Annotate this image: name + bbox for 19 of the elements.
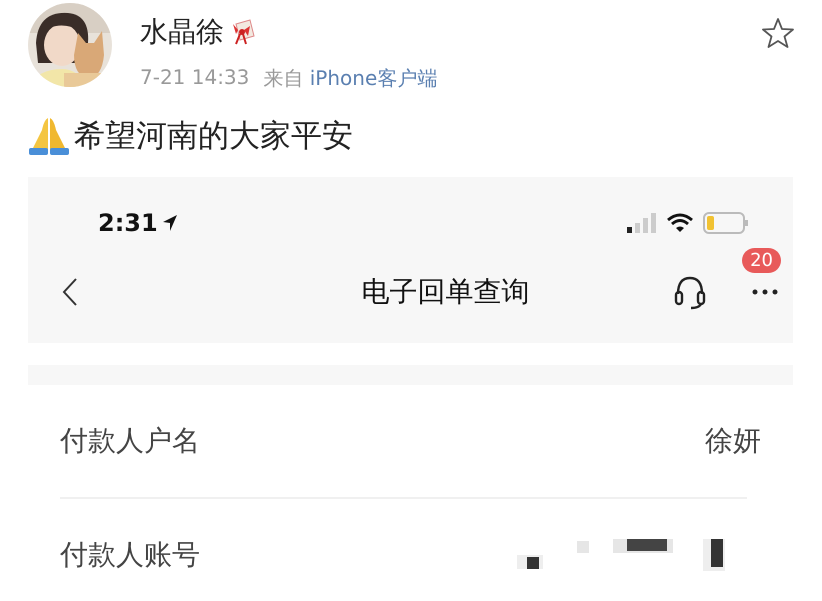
signal-icon <box>627 213 657 233</box>
post-time: 7-21 14:33 <box>140 65 250 91</box>
location-arrow-icon <box>162 214 178 232</box>
nav-title: 电子回单查询 <box>362 274 530 310</box>
status-time: 2:31 <box>98 209 158 237</box>
source-link[interactable]: iPhone客户端 <box>310 66 438 90</box>
headset-icon[interactable] <box>673 274 707 310</box>
battery-icon <box>703 212 749 234</box>
more-icon[interactable] <box>751 288 779 296</box>
star-icon[interactable] <box>762 17 794 49</box>
field-label: 付款人户名 <box>60 423 200 459</box>
post-text: 希望河南的大家平安 <box>74 117 353 156</box>
wifi-icon <box>667 213 693 233</box>
back-icon[interactable] <box>62 277 78 307</box>
notification-badge: 20 <box>742 248 781 273</box>
field-value: 徐妍 <box>705 423 761 459</box>
field-label: 付款人账号 <box>60 537 200 573</box>
user-name[interactable]: 水晶徐 <box>140 13 224 51</box>
post-source: 来自 iPhone客户端 <box>263 65 438 92</box>
